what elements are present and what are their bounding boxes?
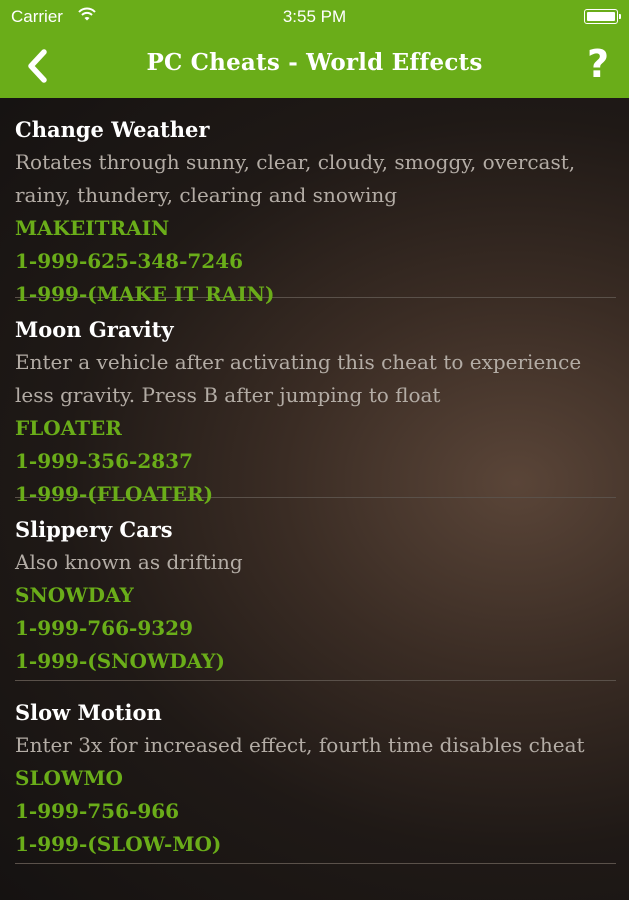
battery-icon: [584, 9, 618, 24]
battery-tip: [619, 14, 621, 19]
help-button[interactable]: ?: [582, 40, 614, 88]
cheat-description: Also known as drifting: [15, 550, 243, 574]
cheat-entry-change-weather: Change Weather Rotates through sunny, cl…: [15, 98, 616, 306]
cheat-code: FLOATER: [15, 416, 122, 440]
cheat-phone-number: 1-999-756-966: [15, 799, 180, 823]
cheat-phone-words: 1-999-(SLOW-MO): [15, 832, 222, 856]
cheat-description: Enter a vehicle after activating this ch…: [15, 350, 582, 407]
cheat-phone-number: 1-999-766-9329: [15, 616, 193, 640]
app-header: Carrier 3:55 PM PC Cheats - World Effect…: [0, 0, 629, 98]
page-title: PC Cheats - World Effects: [146, 49, 483, 76]
cheat-phone-number: 1-999-356-2837: [15, 449, 193, 473]
cheat-list[interactable]: Change Weather Rotates through sunny, cl…: [0, 98, 629, 900]
cheat-description: Rotates through sunny, clear, cloudy, sm…: [15, 150, 576, 207]
status-bar: Carrier 3:55 PM: [0, 0, 629, 34]
cheat-title: Change Weather: [15, 117, 210, 142]
cheat-phone-words: 1-999-(SNOWDAY): [15, 649, 225, 673]
cheat-description: Enter 3x for increased effect, fourth ti…: [15, 733, 585, 757]
status-time: 3:55 PM: [282, 7, 347, 26]
cheat-code: SLOWMO: [15, 766, 123, 790]
cheat-entry-slippery-cars: Slippery Cars Also known as drifting SNO…: [15, 498, 616, 681]
cheat-title: Slippery Cars: [15, 517, 173, 542]
cheat-code: SNOWDAY: [15, 583, 134, 607]
cheat-entry-moon-gravity: Moon Gravity Enter a vehicle after activ…: [15, 298, 616, 506]
cheat-title: Slow Motion: [15, 700, 162, 725]
cheat-title: Moon Gravity: [15, 317, 174, 342]
cheat-entry-slow-motion: Slow Motion Enter 3x for increased effec…: [15, 681, 616, 864]
navigation-bar: PC Cheats - World Effects ?: [0, 34, 629, 98]
cheat-phone-number: 1-999-625-348-7246: [15, 249, 244, 273]
cheat-code: MAKEITRAIN: [15, 216, 170, 240]
